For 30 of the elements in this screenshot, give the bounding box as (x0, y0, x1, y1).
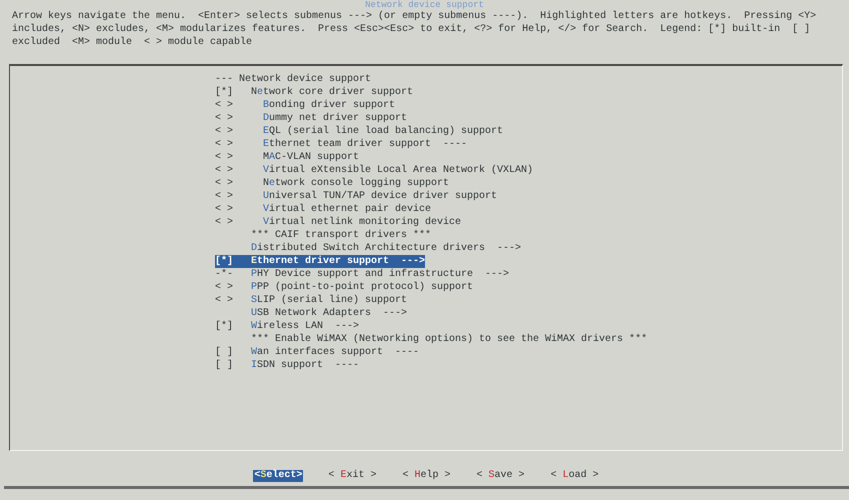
menu-item[interactable]: < > Bonding driver support (215, 99, 396, 112)
dialog-button[interactable]: < Help > (401, 470, 452, 482)
menu-item[interactable]: [ ] ISDN support ---- (215, 359, 360, 372)
dialog-button[interactable]: < Save > (476, 470, 526, 482)
dialog-button[interactable]: <Select> (253, 470, 304, 482)
menu-heading: --- Network device support (215, 73, 372, 86)
menu-item[interactable]: < > Universal TUN/TAP device driver support (215, 190, 498, 203)
menu-item[interactable]: < > Virtual netlink monitoring device (215, 216, 462, 229)
menu-comment: *** Enable WiMAX (Networking options) to see the WiMAX drivers *** (250, 333, 648, 346)
menu-comment: *** CAIF transport drivers *** (250, 229, 432, 242)
menu-item[interactable]: < > MAC-VLAN support (215, 151, 360, 164)
menu-item[interactable]: < > EQL (serial line load balancing) support (215, 125, 504, 138)
menu-item[interactable]: [*] Network core driver support (215, 86, 414, 99)
menu-item[interactable]: < > Network console logging support (215, 177, 450, 190)
dialog-button[interactable]: < Load > (550, 470, 600, 482)
dialog-button[interactable]: < Exit > (327, 470, 378, 482)
dialog-title: Network device support (365, 0, 484, 10)
menu-item[interactable]: [*] Wireless LAN ---> (215, 320, 360, 333)
menu-item[interactable]: [ ] Wan interfaces support ---- (215, 346, 420, 359)
menu-item[interactable]: [*] Ethernet driver support ---> (215, 255, 426, 268)
menu-item[interactable]: -*- PHY Device support and infrastructure ---> (215, 268, 510, 281)
menu-item[interactable]: < > Dummy net driver support (215, 112, 408, 125)
menu-item[interactable]: USB Network Adapters ---> (215, 307, 408, 320)
menu-item[interactable]: < > SLIP (serial line) support (215, 294, 408, 307)
menu-item[interactable]: < > Virtual eXtensible Local Area Network (VXLAN) (215, 164, 534, 177)
menu-item[interactable]: < > Ethernet team driver support ---- (215, 138, 468, 151)
menu-item[interactable]: < > Virtual ethernet pair device (215, 203, 432, 216)
help-text: Arrow keys navigate the menu. <Enter> selects submenus ---> (or empty submenus ----). Highlighted letters are hotkeys. Pressing <Y> includes, <N> excludes, <M> modularizes features. Press <Esc><Esc> to exit, <?> for Help, </> for Search. Legend: [*] built-in [ ] excluded <M> module < > module capable (12, 10, 818, 49)
menu-item[interactable]: < > PPP (point-to-point protocol) support (215, 281, 474, 294)
menu-item[interactable]: Distributed Switch Architecture drivers ---> (215, 242, 522, 255)
